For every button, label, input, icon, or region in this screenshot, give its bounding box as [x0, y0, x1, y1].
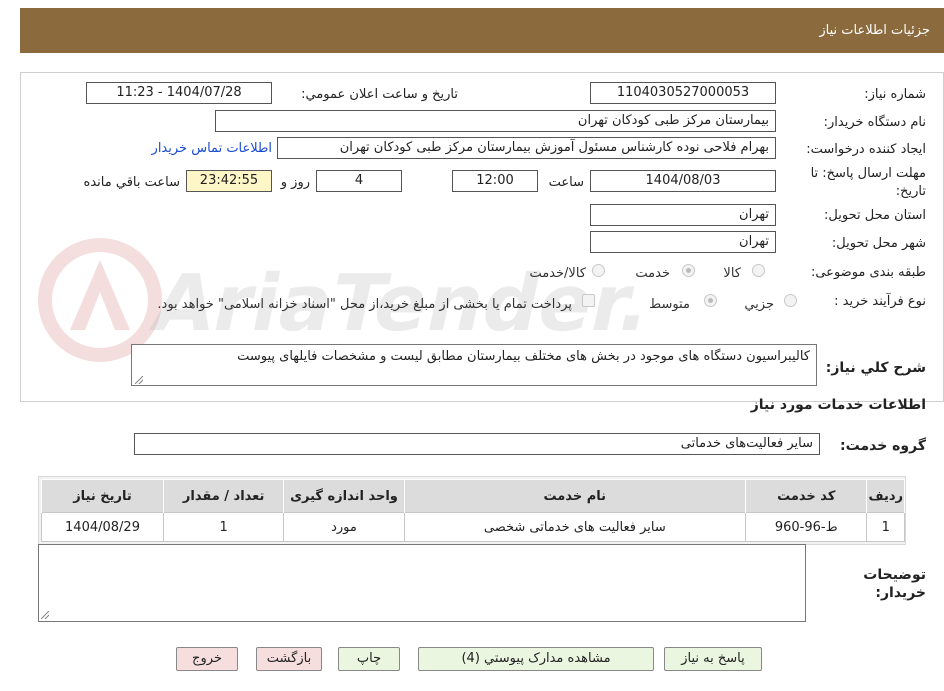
- category-radio-goods[interactable]: [752, 264, 765, 277]
- category-label: طبقه بندی موضوعی:: [810, 265, 926, 280]
- reply-button[interactable]: پاسخ به نیاز: [664, 647, 762, 671]
- announce-datetime-field: 1404/07/28 - 11:23: [86, 82, 272, 104]
- process-label: نوع فرآیند خرید :: [834, 294, 926, 309]
- buyer-notes-label: توضيحات خريدار:: [863, 567, 926, 601]
- service-group-label: گروه خدمت:: [840, 438, 926, 454]
- creator-field: بهرام فلاحی نوده کارشناس مسئول آموزش بیم…: [277, 137, 776, 159]
- cell-quantity: 1: [162, 512, 285, 542]
- category-option-goods-service: کالا/خدمت: [529, 266, 586, 281]
- city-field: تهران: [590, 231, 776, 253]
- province-field: تهران: [590, 204, 776, 226]
- city-label: شهر محل تحویل:: [831, 236, 926, 251]
- description-textarea[interactable]: کالیبراسیون دستگاه های موجود در بخش های …: [131, 344, 817, 386]
- service-group-field: سایر فعالیت‌های خدماتی: [134, 433, 820, 455]
- category-radio-goods-service[interactable]: [592, 264, 605, 277]
- print-button[interactable]: چاپ: [338, 647, 400, 671]
- need-number-label: شماره نیاز:: [864, 87, 926, 102]
- treasury-payment-note: پرداخت تمام یا بخشی از مبلغ خرید،از محل …: [157, 297, 572, 312]
- col-header-code: کد خدمت: [745, 479, 868, 513]
- buyer-notes-textarea[interactable]: [38, 544, 806, 622]
- resize-handle-icon[interactable]: [135, 376, 143, 384]
- deadline-date-field: 1404/08/03: [590, 170, 776, 192]
- treasury-payment-checkbox[interactable]: [582, 294, 595, 307]
- days-field: 4: [316, 170, 402, 192]
- col-header-name: نام خدمت: [403, 479, 747, 513]
- need-number-field: 1104030527000053: [590, 82, 776, 104]
- services-table: رديف کد خدمت نام خدمت واحد اندازه گيری ت…: [41, 479, 905, 542]
- process-option-minor: جزيي: [744, 297, 774, 312]
- process-radio-medium[interactable]: [704, 294, 717, 307]
- cell-unit: مورد: [283, 512, 405, 542]
- creator-label: ايجاد کننده درخواست:: [806, 142, 926, 157]
- cell-row: 1: [866, 512, 905, 542]
- col-header-unit: واحد اندازه گيری: [283, 479, 405, 513]
- services-section-title: اطلاعات خدمات مورد نياز: [750, 397, 926, 413]
- cell-name: سایر فعالیت های خدماتی شخصی: [403, 512, 747, 542]
- cell-code: ط-96-960: [745, 512, 868, 542]
- province-label: استان محل تحویل:: [824, 208, 926, 223]
- services-table-header: رديف کد خدمت نام خدمت واحد اندازه گيری ت…: [41, 479, 905, 513]
- remaining-time-field: 23:42:55: [186, 170, 272, 192]
- process-option-medium: متوسط: [649, 297, 690, 312]
- back-button[interactable]: بازگشت: [256, 647, 322, 671]
- deadline-time-field: 12:00: [452, 170, 538, 192]
- col-header-need-date: تاريخ نياز: [41, 479, 164, 513]
- table-row: 1 ط-96-960 سایر فعالیت های خدماتی شخصی م…: [41, 512, 905, 542]
- description-label: شرح کلي نياز:: [825, 360, 926, 376]
- buyer-org-label: نام دستگاه خريدار:: [823, 115, 926, 130]
- description-text: کالیبراسیون دستگاه های موجود در بخش های …: [237, 349, 810, 364]
- col-header-quantity: تعداد / مقدار: [162, 479, 285, 513]
- buyer-org-field: بیمارستان مرکز طبی کودکان تهران: [215, 110, 776, 132]
- services-table-container: رديف کد خدمت نام خدمت واحد اندازه گيری ت…: [38, 476, 906, 545]
- page-title: جزئیات اطلاعات نیاز: [819, 23, 930, 38]
- days-label: روز و: [280, 175, 310, 190]
- view-documents-button[interactable]: مشاهده مدارک پیوستي (4): [418, 647, 654, 671]
- deadline-label: مهلت ارسال پاسخ: تا تاریخ:: [810, 166, 926, 199]
- cell-need-date: 1404/08/29: [41, 512, 164, 542]
- category-radio-service[interactable]: [682, 264, 695, 277]
- announce-label: تاريخ و ساعت اعلان عمومي:: [301, 87, 458, 102]
- col-header-row: رديف: [866, 479, 905, 513]
- exit-button[interactable]: خروج: [176, 647, 238, 671]
- category-option-service: خدمت: [635, 266, 670, 281]
- category-option-goods: کالا: [723, 266, 741, 281]
- remaining-time-label: ساعت باقي مانده: [83, 175, 180, 190]
- process-radio-minor[interactable]: [784, 294, 797, 307]
- resize-handle-icon[interactable]: [41, 611, 49, 619]
- hour-label: ساعت: [548, 175, 584, 190]
- page-header: جزئیات اطلاعات نیاز: [20, 8, 944, 53]
- buyer-contact-link[interactable]: اطلاعات تماس خريدار: [152, 141, 272, 156]
